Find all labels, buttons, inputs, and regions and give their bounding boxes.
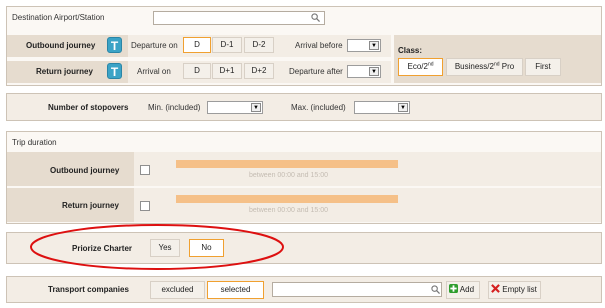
trip-return-checkbox[interactable] (140, 201, 150, 211)
outbound-option-d[interactable]: D (183, 37, 211, 53)
return-label: Return journey (36, 67, 93, 76)
trip-return-range: between 00:00 and 15:00 (249, 207, 329, 214)
transport-label: Transport companies (48, 285, 129, 294)
outbound-label: Outbound journey (26, 41, 96, 50)
chevron-down-icon: ▼ (369, 67, 379, 76)
class-business-tail: Pro (499, 62, 515, 71)
return-option-d-plus-2[interactable]: D+2 (244, 63, 274, 79)
class-label: Class: (398, 46, 423, 55)
transport-selected-button[interactable]: selected (207, 281, 264, 299)
departure-after-label: Departure after (289, 67, 343, 76)
search-icon[interactable] (311, 13, 320, 22)
trip-duration-title: Trip duration (12, 138, 57, 147)
stopovers-min-label: Min. (included) (148, 103, 201, 112)
class-eco-label: Eco/2 (407, 62, 428, 71)
return-option-d[interactable]: D (183, 63, 211, 79)
trip-return-slider[interactable] (176, 195, 398, 203)
destination-label: Destination Airport/Station (12, 13, 105, 22)
return-option-d-plus-1[interactable]: D+1 (212, 63, 242, 79)
departure-after-select[interactable]: ▼ (347, 65, 381, 78)
chevron-down-icon: ▼ (369, 41, 379, 50)
arrival-before-label: Arrival before (295, 41, 343, 50)
class-business-label: Business/2 (454, 62, 494, 71)
outbound-option-d-1[interactable]: D-1 (212, 37, 242, 53)
transport-excluded-button[interactable]: excluded (150, 281, 205, 299)
charter-highlight-ellipse (30, 224, 284, 270)
stopovers-min-select[interactable]: ▼ (207, 101, 263, 114)
transport-search-input[interactable] (272, 282, 442, 297)
transport-empty-list-label: Empty list (502, 285, 537, 294)
trip-return-area (134, 188, 601, 222)
stopovers-max-select[interactable]: ▼ (354, 101, 410, 114)
plus-icon (449, 284, 458, 293)
outbound-timetable-button[interactable]: T (107, 37, 122, 53)
chevron-down-icon: ▼ (251, 103, 261, 112)
trip-outbound-label: Outbound journey (50, 166, 120, 175)
transport-add-button[interactable]: Add (446, 281, 480, 299)
return-timetable-button[interactable]: T (107, 63, 122, 79)
search-icon[interactable] (431, 285, 440, 294)
delete-x-icon (491, 284, 500, 293)
outbound-departure-label: Departure on (131, 41, 178, 50)
trip-outbound-area (134, 152, 601, 186)
chevron-down-icon: ▼ (398, 103, 408, 112)
class-eco-sup: nd (427, 61, 434, 68)
transport-add-label: Add (459, 285, 475, 294)
return-arrival-label: Arrival on (137, 67, 171, 76)
class-eco-button[interactable]: Eco/2nd (398, 58, 443, 76)
trip-outbound-range: between 00:00 and 15:00 (249, 172, 329, 179)
class-first-button[interactable]: First (525, 58, 561, 76)
destination-input[interactable] (153, 11, 325, 25)
stopovers-max-label: Max. (included) (291, 103, 346, 112)
class-business-button[interactable]: Business/2nd Pro (446, 58, 523, 76)
arrival-before-select[interactable]: ▼ (347, 39, 381, 52)
trip-outbound-checkbox[interactable] (140, 165, 150, 175)
stopovers-label: Number of stopovers (48, 103, 129, 112)
trip-return-label: Return journey (62, 201, 119, 210)
trip-outbound-slider[interactable] (176, 160, 398, 168)
outbound-option-d-2[interactable]: D-2 (244, 37, 274, 53)
transport-empty-list-button[interactable]: Empty list (488, 281, 541, 299)
